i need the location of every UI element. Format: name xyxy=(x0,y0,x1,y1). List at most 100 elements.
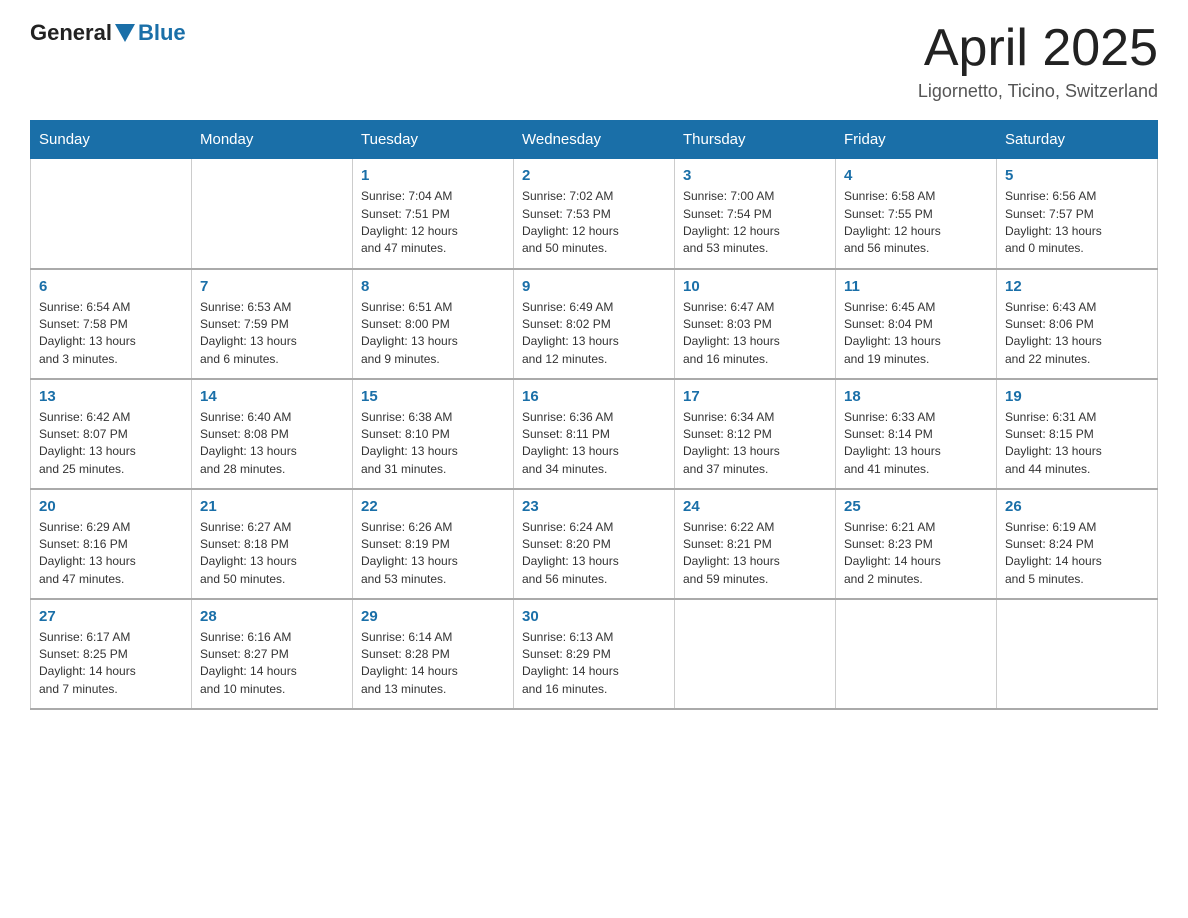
day-number: 29 xyxy=(361,608,505,625)
day-number: 4 xyxy=(844,167,988,184)
weekday-header-sunday: Sunday xyxy=(31,121,192,159)
calendar-header: SundayMondayTuesdayWednesdayThursdayFrid… xyxy=(31,121,1158,159)
logo-blue-text: Blue xyxy=(138,20,186,46)
calendar-cell: 29Sunrise: 6:14 AM Sunset: 8:28 PM Dayli… xyxy=(353,599,514,709)
calendar-week-row: 27Sunrise: 6:17 AM Sunset: 8:25 PM Dayli… xyxy=(31,599,1158,709)
calendar-week-row: 6 Sunrise: 6:54 AM Sunset: 7:58 PM Daylig… xyxy=(31,269,1158,379)
day-number: 27 xyxy=(39,608,183,625)
day-info: Sunrise: 6:21 AM Sunset: 8:23 PM Dayligh… xyxy=(844,519,988,589)
weekday-header-row: SundayMondayTuesdayWednesdayThursdayFrid… xyxy=(31,121,1158,159)
day-info: Sunrise: 6:45 AM Sunset: 8:04 PM Dayligh… xyxy=(844,299,988,369)
month-title: April 2025 xyxy=(918,20,1158,77)
day-number: 21 xyxy=(200,498,344,515)
weekday-header-wednesday: Wednesday xyxy=(514,121,675,159)
day-info: Sunrise: 6:53 AM Sunset: 7:59 PM Dayligh… xyxy=(200,299,344,369)
calendar-table: SundayMondayTuesdayWednesdayThursdayFrid… xyxy=(30,120,1158,710)
day-number: 3 xyxy=(683,167,827,184)
day-info: Sunrise: 6:19 AM Sunset: 8:24 PM Dayligh… xyxy=(1005,519,1149,589)
calendar-cell: 26 Sunrise: 6:19 AM Sunset: 8:24 PM Dayli… xyxy=(997,489,1158,599)
calendar-cell: 25 Sunrise: 6:21 AM Sunset: 8:23 PM Dayli… xyxy=(836,489,997,599)
calendar-cell: 14Sunrise: 6:40 AM Sunset: 8:08 PM Dayli… xyxy=(192,379,353,489)
calendar-cell: 1Sunrise: 7:04 AM Sunset: 7:51 PM Daylig… xyxy=(353,159,514,269)
day-number: 19 xyxy=(1005,388,1149,405)
day-info: Sunrise: 6:29 AM Sunset: 8:16 PM Dayligh… xyxy=(39,519,183,589)
day-info: Sunrise: 6:27 AM Sunset: 8:18 PM Dayligh… xyxy=(200,519,344,589)
day-number: 16 xyxy=(522,388,666,405)
title-block: April 2025 Ligornetto, Ticino, Switzerla… xyxy=(918,20,1158,102)
day-info: Sunrise: 6:51 AM Sunset: 8:00 PM Dayligh… xyxy=(361,299,505,369)
day-number: 5 xyxy=(1005,167,1149,184)
day-number: 9 xyxy=(522,278,666,295)
day-info: Sunrise: 6:33 AM Sunset: 8:14 PM Dayligh… xyxy=(844,409,988,479)
day-number: 6 xyxy=(39,278,183,295)
calendar-cell: 22 Sunrise: 6:26 AM Sunset: 8:19 PM Dayli… xyxy=(353,489,514,599)
day-number: 18 xyxy=(844,388,988,405)
calendar-cell: 13Sunrise: 6:42 AM Sunset: 8:07 PM Dayli… xyxy=(31,379,192,489)
calendar-cell: 10 Sunrise: 6:47 AM Sunset: 8:03 PM Dayli… xyxy=(675,269,836,379)
page-header: General Blue April 2025 Ligornetto, Tici… xyxy=(30,20,1158,102)
day-number: 25 xyxy=(844,498,988,515)
calendar-cell: 18 Sunrise: 6:33 AM Sunset: 8:14 PM Dayli… xyxy=(836,379,997,489)
calendar-cell: 20 Sunrise: 6:29 AM Sunset: 8:16 PM Dayli… xyxy=(31,489,192,599)
calendar-cell: 2 Sunrise: 7:02 AM Sunset: 7:53 PM Daylig… xyxy=(514,159,675,269)
location-text: Ligornetto, Ticino, Switzerland xyxy=(918,81,1158,102)
day-info: Sunrise: 6:13 AM Sunset: 8:29 PM Dayligh… xyxy=(522,629,666,699)
day-number: 8 xyxy=(361,278,505,295)
day-info: Sunrise: 6:49 AM Sunset: 8:02 PM Dayligh… xyxy=(522,299,666,369)
calendar-cell: 30 Sunrise: 6:13 AM Sunset: 8:29 PM Dayli… xyxy=(514,599,675,709)
day-number: 30 xyxy=(522,608,666,625)
weekday-header-saturday: Saturday xyxy=(997,121,1158,159)
day-number: 12 xyxy=(1005,278,1149,295)
day-info: Sunrise: 6:38 AM Sunset: 8:10 PM Dayligh… xyxy=(361,409,505,479)
day-info: Sunrise: 6:26 AM Sunset: 8:19 PM Dayligh… xyxy=(361,519,505,589)
day-number: 24 xyxy=(683,498,827,515)
day-number: 23 xyxy=(522,498,666,515)
day-number: 7 xyxy=(200,278,344,295)
day-info: Sunrise: 6:24 AM Sunset: 8:20 PM Dayligh… xyxy=(522,519,666,589)
calendar-cell xyxy=(836,599,997,709)
day-number: 17 xyxy=(683,388,827,405)
calendar-cell: 12Sunrise: 6:43 AM Sunset: 8:06 PM Dayli… xyxy=(997,269,1158,379)
calendar-cell: 4 Sunrise: 6:58 AM Sunset: 7:55 PM Daylig… xyxy=(836,159,997,269)
calendar-week-row: 20 Sunrise: 6:29 AM Sunset: 8:16 PM Dayli… xyxy=(31,489,1158,599)
calendar-cell: 16Sunrise: 6:36 AM Sunset: 8:11 PM Dayli… xyxy=(514,379,675,489)
day-info: Sunrise: 6:22 AM Sunset: 8:21 PM Dayligh… xyxy=(683,519,827,589)
calendar-body: 1Sunrise: 7:04 AM Sunset: 7:51 PM Daylig… xyxy=(31,159,1158,709)
day-number: 10 xyxy=(683,278,827,295)
day-info: Sunrise: 6:40 AM Sunset: 8:08 PM Dayligh… xyxy=(200,409,344,479)
calendar-cell xyxy=(675,599,836,709)
calendar-cell: 23 Sunrise: 6:24 AM Sunset: 8:20 PM Dayli… xyxy=(514,489,675,599)
day-number: 11 xyxy=(844,278,988,295)
calendar-cell: 7 Sunrise: 6:53 AM Sunset: 7:59 PM Daylig… xyxy=(192,269,353,379)
day-info: Sunrise: 7:04 AM Sunset: 7:51 PM Dayligh… xyxy=(361,188,505,258)
calendar-cell: 15 Sunrise: 6:38 AM Sunset: 8:10 PM Dayli… xyxy=(353,379,514,489)
weekday-header-monday: Monday xyxy=(192,121,353,159)
day-info: Sunrise: 6:54 AM Sunset: 7:58 PM Dayligh… xyxy=(39,299,183,369)
calendar-cell: 9 Sunrise: 6:49 AM Sunset: 8:02 PM Daylig… xyxy=(514,269,675,379)
logo: General Blue xyxy=(30,20,186,46)
logo-general-text: General xyxy=(30,20,112,46)
day-number: 28 xyxy=(200,608,344,625)
weekday-header-thursday: Thursday xyxy=(675,121,836,159)
calendar-cell: 3 Sunrise: 7:00 AM Sunset: 7:54 PM Daylig… xyxy=(675,159,836,269)
day-info: Sunrise: 6:31 AM Sunset: 8:15 PM Dayligh… xyxy=(1005,409,1149,479)
day-number: 26 xyxy=(1005,498,1149,515)
day-info: Sunrise: 7:00 AM Sunset: 7:54 PM Dayligh… xyxy=(683,188,827,258)
day-number: 22 xyxy=(361,498,505,515)
logo-triangle-icon xyxy=(115,24,135,42)
day-number: 2 xyxy=(522,167,666,184)
day-info: Sunrise: 6:16 AM Sunset: 8:27 PM Dayligh… xyxy=(200,629,344,699)
day-info: Sunrise: 6:56 AM Sunset: 7:57 PM Dayligh… xyxy=(1005,188,1149,258)
calendar-cell: 27Sunrise: 6:17 AM Sunset: 8:25 PM Dayli… xyxy=(31,599,192,709)
calendar-cell: 11 Sunrise: 6:45 AM Sunset: 8:04 PM Dayli… xyxy=(836,269,997,379)
day-info: Sunrise: 6:58 AM Sunset: 7:55 PM Dayligh… xyxy=(844,188,988,258)
calendar-cell: 5 Sunrise: 6:56 AM Sunset: 7:57 PM Daylig… xyxy=(997,159,1158,269)
calendar-cell: 17Sunrise: 6:34 AM Sunset: 8:12 PM Dayli… xyxy=(675,379,836,489)
day-info: Sunrise: 6:47 AM Sunset: 8:03 PM Dayligh… xyxy=(683,299,827,369)
calendar-cell: 8 Sunrise: 6:51 AM Sunset: 8:00 PM Daylig… xyxy=(353,269,514,379)
calendar-week-row: 1Sunrise: 7:04 AM Sunset: 7:51 PM Daylig… xyxy=(31,159,1158,269)
day-number: 20 xyxy=(39,498,183,515)
day-number: 15 xyxy=(361,388,505,405)
day-info: Sunrise: 7:02 AM Sunset: 7:53 PM Dayligh… xyxy=(522,188,666,258)
calendar-cell: 6 Sunrise: 6:54 AM Sunset: 7:58 PM Daylig… xyxy=(31,269,192,379)
